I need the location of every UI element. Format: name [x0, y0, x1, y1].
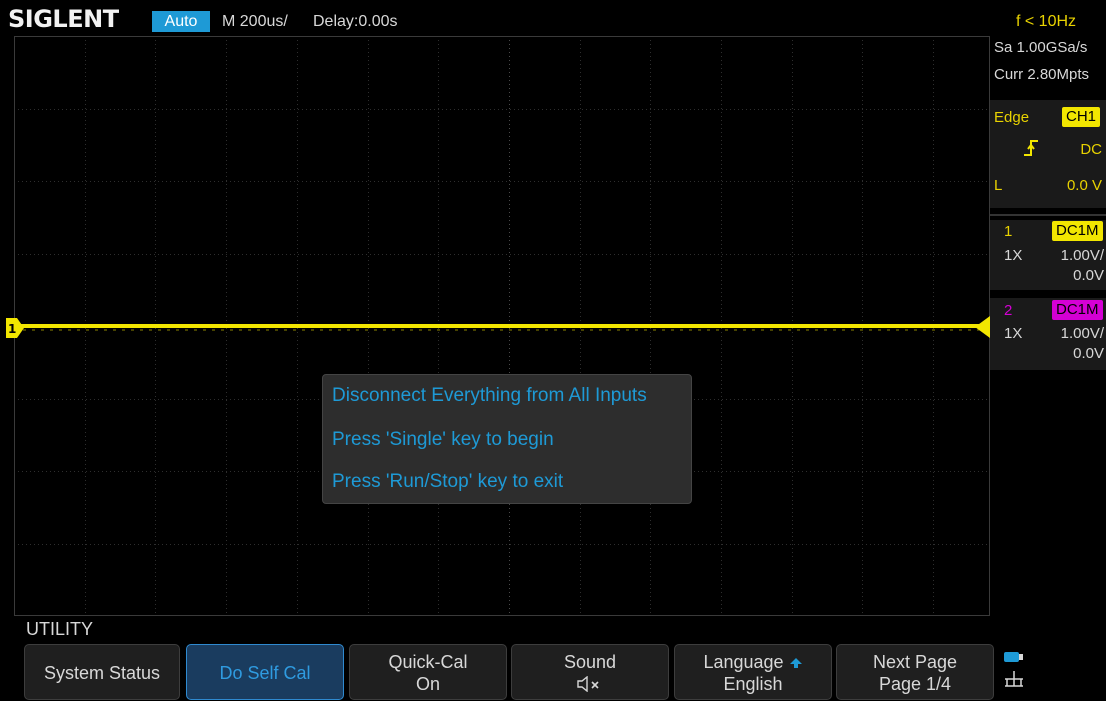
timebase-readout[interactable]: M 200us/	[222, 11, 288, 32]
trigger-panel[interactable]: Edge CH1 DC L 0.0 V	[990, 100, 1106, 208]
trigger-type: Edge	[994, 109, 1030, 126]
network-icon	[1005, 671, 1023, 687]
channel-1-probe: 1X	[1004, 247, 1023, 264]
language-label-row: Language	[675, 651, 831, 673]
usb-storage-icon	[1004, 652, 1023, 662]
trigger-level: 0.0 V	[1066, 177, 1102, 194]
channel-2-offset: 0.0V	[1073, 345, 1104, 362]
channel-1-marker-icon[interactable]: 1	[6, 318, 24, 338]
quick-cal-value: On	[415, 674, 440, 694]
channel-1-panel[interactable]: 1 DC1M 1X 1.00V/ 0.0V	[990, 220, 1106, 290]
language-button[interactable]: Language English	[674, 644, 832, 700]
system-status-button[interactable]: System Status	[24, 644, 180, 700]
channel-2-coupling-badge: DC1M	[1052, 300, 1103, 320]
channel-2-probe: 1X	[1004, 325, 1023, 342]
trigger-mode-badge[interactable]: Auto	[152, 11, 210, 32]
svg-text:1: 1	[8, 322, 16, 336]
do-self-cal-label: Do Self Cal	[219, 663, 311, 683]
channel-2-number: 2	[1004, 302, 1013, 319]
quick-cal-button[interactable]: Quick-Cal On	[349, 644, 507, 700]
brand-logo: SIGLENT	[8, 5, 119, 33]
waveform-grid	[0, 36, 990, 616]
channel-1-number: 1	[1004, 223, 1013, 240]
divider	[990, 214, 1106, 216]
page-indicator: Page 1/4	[878, 674, 952, 694]
language-label: Language	[703, 652, 784, 672]
next-page-label: Next Page	[872, 652, 958, 672]
quick-cal-label: Quick-Cal	[388, 652, 468, 672]
trigger-level-label: L	[994, 177, 1003, 194]
sample-rate: Sa 1.00GSa/s	[994, 39, 1088, 56]
system-status-label: System Status	[43, 663, 161, 683]
channel-2-panel[interactable]: 2 DC1M 1X 1.00V/ 0.0V	[990, 298, 1106, 370]
sound-label: Sound	[563, 652, 617, 672]
delay-readout[interactable]: Delay:0.00s	[313, 11, 398, 32]
menu-title: UTILITY	[26, 619, 94, 639]
rising-edge-icon	[1024, 140, 1038, 156]
trigger-level-arrow-icon[interactable]	[975, 316, 990, 338]
channel-1-scale: 1.00V/	[1060, 247, 1104, 264]
trigger-coupling: DC	[1080, 141, 1102, 158]
channel-1-trace	[14, 324, 980, 328]
dialog-line-begin: Press 'Single' key to begin	[332, 429, 554, 450]
frequency-counter: f < 10Hz	[1016, 13, 1077, 30]
up-arrow-icon	[789, 658, 802, 669]
speaker-muted-icon	[512, 675, 668, 697]
trigger-source-badge: CH1	[1062, 107, 1101, 127]
channel-1-offset: 0.0V	[1073, 267, 1104, 284]
dialog-line-disconnect: Disconnect Everything from All Inputs	[332, 385, 647, 406]
dialog-line-exit: Press 'Run/Stop' key to exit	[332, 471, 564, 492]
channel-1-coupling-badge: DC1M	[1052, 221, 1103, 241]
do-self-cal-button[interactable]: Do Self Cal	[186, 644, 344, 700]
next-page-button[interactable]: Next Page Page 1/4	[836, 644, 994, 700]
language-value: English	[723, 674, 783, 694]
channel-2-scale: 1.00V/	[1060, 325, 1104, 342]
self-cal-dialog: Disconnect Everything from All Inputs Pr…	[322, 374, 692, 504]
memory-depth: Curr 2.80Mpts	[994, 66, 1090, 83]
sound-button[interactable]: Sound	[511, 644, 669, 700]
